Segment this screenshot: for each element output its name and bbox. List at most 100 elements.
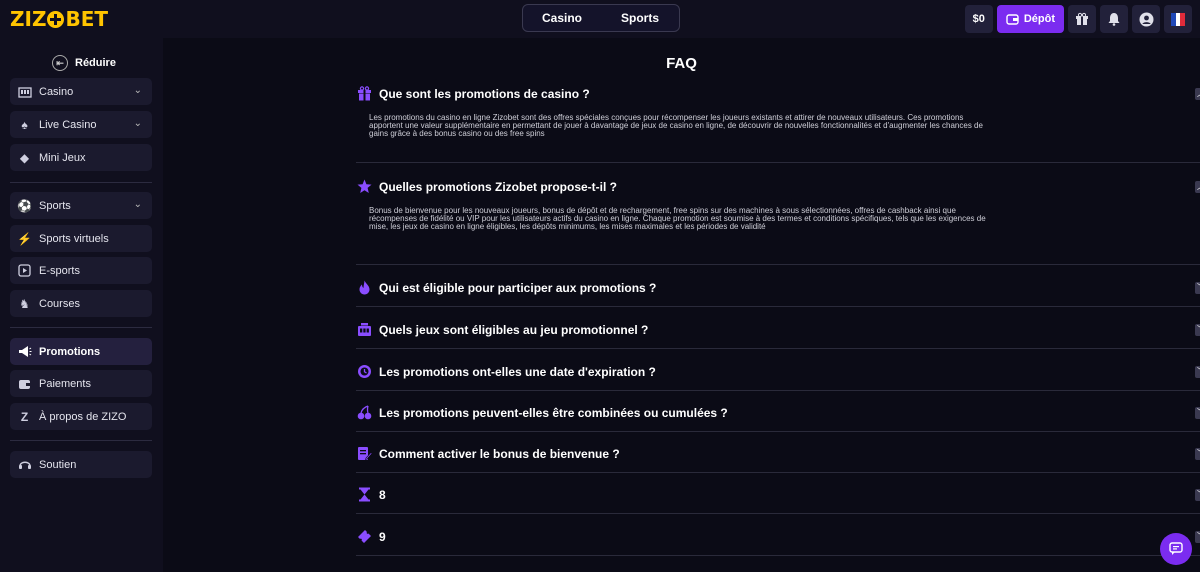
sidebar-item-mini-jeux[interactable]: ◆ Mini Jeux [10, 144, 152, 171]
sidebar: ⇤ Réduire Casino ⌄ ♠ Live Casino ⌄ ◆ Min… [0, 38, 163, 572]
faq-answer: Les promotions du casino en ligne Zizobe… [369, 113, 983, 138]
faq-divider [356, 472, 1200, 473]
virtual-sports-icon: ⚡ [17, 231, 32, 246]
chevron-down-icon: ⌄ [133, 199, 142, 210]
faq-divider [356, 555, 1200, 556]
zizo-z-icon: Z [20, 409, 29, 424]
sidebar-item-sports-virtuels[interactable]: ⚡ Sports virtuels [10, 225, 152, 252]
chevron-up-icon[interactable]: ︿ [1195, 181, 1200, 193]
main-content: FAQ Que sont les promotions de casino ? … [163, 38, 1200, 572]
faq-question[interactable]: Qui est éligible pour participer aux pro… [379, 281, 656, 295]
sidebar-item-live-casino[interactable]: ♠ Live Casino ⌄ [10, 111, 152, 138]
faq-title: FAQ [666, 55, 697, 72]
top-bar: ZIZ BET Casino Sports $0 Dépôt [0, 0, 1200, 38]
tab-casino[interactable]: Casino [523, 5, 601, 31]
sidebar-item-casino[interactable]: Casino ⌄ [10, 78, 152, 105]
clock-icon [358, 365, 371, 378]
chevron-down-icon[interactable]: ﹀ [1195, 407, 1200, 419]
collapse-icon: ⇤ [52, 55, 68, 71]
chevron-down-icon[interactable]: ﹀ [1195, 448, 1200, 460]
chat-icon [1169, 542, 1183, 555]
faq-divider [356, 390, 1200, 391]
faq-answer: Bonus de bienvenue pour les nouveaux jou… [369, 206, 986, 231]
chevron-down-icon[interactable]: ﹀ [1195, 324, 1200, 336]
notifications-button[interactable] [1100, 5, 1128, 33]
cherry-icon [357, 405, 372, 420]
header-actions: $0 Dépôt [964, 5, 1192, 33]
faq-question[interactable]: Quelles promotions Zizobet propose-t-il … [379, 180, 617, 194]
logo-o-mark [47, 11, 65, 28]
chevron-down-icon: ⌄ [133, 118, 142, 129]
zizobet-logo[interactable]: ZIZ BET [10, 7, 108, 31]
chevron-down-icon[interactable]: ﹀ [1195, 282, 1200, 294]
wallet-icon [1006, 14, 1019, 25]
gift-button[interactable] [1068, 5, 1096, 33]
chevron-down-icon[interactable]: ﹀ [1195, 366, 1200, 378]
sidebar-item-label: Paiements [39, 377, 91, 390]
horse-icon: ♞ [19, 296, 30, 311]
language-button[interactable] [1164, 5, 1192, 33]
live-casino-icon: ♠ [21, 117, 28, 132]
sidebar-item-label: Promotions [39, 345, 101, 358]
chevron-down-icon[interactable]: ﹀ [1195, 531, 1200, 543]
sidebar-item-promotions[interactable]: Promotions [10, 338, 152, 365]
fire-icon [359, 280, 370, 295]
sidebar-item-label: Live Casino [39, 118, 97, 131]
slot-machine-icon [358, 323, 371, 336]
top-nav: Casino Sports [522, 4, 680, 32]
faq-divider [356, 431, 1200, 432]
faq-divider [356, 264, 1200, 265]
diamond-icon: ◆ [19, 150, 30, 165]
slot-machine-icon [17, 84, 32, 99]
sidebar-item-label: Mini Jeux [39, 151, 86, 164]
faq-divider [356, 162, 1200, 163]
balance[interactable]: $0 [964, 5, 993, 33]
sidebar-divider [10, 182, 152, 183]
user-icon [1139, 12, 1153, 26]
star-icon [357, 179, 372, 193]
chat-button[interactable] [1160, 533, 1192, 565]
wallet-icon [17, 376, 32, 391]
sidebar-item-e-sports[interactable]: E-sports [10, 257, 152, 284]
profile-button[interactable] [1132, 5, 1160, 33]
faq-question[interactable]: Les promotions peuvent-elles être combin… [379, 406, 728, 420]
sidebar-item-label: Soutien [39, 458, 77, 471]
faq-question[interactable]: Que sont les promotions de casino ? [379, 87, 590, 101]
chevron-up-icon[interactable]: ︿ [1195, 88, 1200, 100]
faq-divider [356, 306, 1200, 307]
sidebar-item-label: À propos de ZIZO [39, 410, 127, 423]
football-icon: ⚽ [17, 198, 32, 213]
faq-question[interactable]: Quels jeux sont éligibles au jeu promoti… [379, 323, 648, 337]
chevron-down-icon[interactable]: ﹀ [1195, 489, 1200, 501]
edit-document-icon [358, 447, 372, 460]
gift-icon [1076, 12, 1088, 25]
hourglass-icon [359, 487, 370, 502]
sidebar-item-sports[interactable]: ⚽ Sports ⌄ [10, 192, 152, 219]
tab-sports[interactable]: Sports [601, 5, 679, 31]
sidebar-divider [10, 327, 152, 328]
collapse-sidebar-button[interactable]: ⇤ Réduire [52, 55, 116, 71]
ticket-icon [358, 530, 371, 543]
deposit-button[interactable]: Dépôt [996, 5, 1064, 33]
france-flag-icon [1171, 12, 1186, 26]
sidebar-item-label: Courses [39, 297, 80, 310]
sidebar-item-label: E-sports [39, 264, 80, 277]
sidebar-item-soutien[interactable]: Soutien [10, 451, 152, 478]
faq-divider [356, 348, 1200, 349]
faq-question[interactable]: 9 [379, 530, 386, 544]
sidebar-item-a-propos[interactable]: Z À propos de ZIZO [10, 403, 152, 430]
sidebar-item-courses[interactable]: ♞ Courses [10, 290, 152, 317]
faq-question[interactable]: Les promotions ont-elles une date d'expi… [379, 365, 656, 379]
sidebar-divider [10, 440, 152, 441]
sidebar-item-label: Casino [39, 85, 74, 98]
chevron-down-icon: ⌄ [133, 85, 142, 96]
faq-question[interactable]: 8 [379, 488, 386, 502]
megaphone-icon [17, 344, 32, 359]
faq-question[interactable]: Comment activer le bonus de bienvenue ? [379, 447, 620, 461]
support-icon [17, 457, 32, 472]
gift-icon [358, 86, 371, 101]
sidebar-item-label: Sports virtuels [39, 232, 109, 245]
faq-divider [356, 513, 1200, 514]
bell-icon [1108, 13, 1120, 26]
sidebar-item-paiements[interactable]: Paiements [10, 370, 152, 397]
